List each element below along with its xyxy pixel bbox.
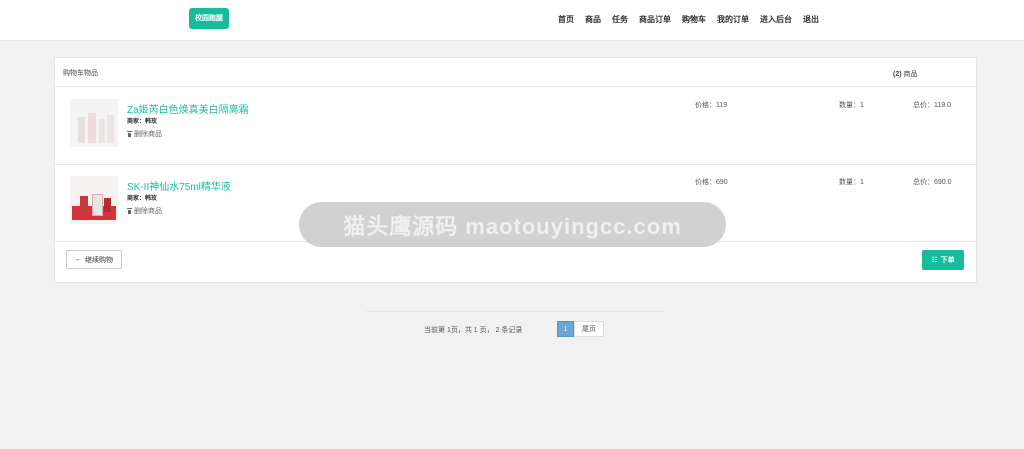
item-quantity: 数量：1 bbox=[839, 102, 864, 109]
nav-item-cart[interactable]: 购物车 bbox=[682, 14, 706, 26]
cart-count-suffix: 商品 bbox=[901, 71, 918, 78]
nav-item-admin[interactable]: 进入后台 bbox=[760, 14, 792, 26]
delete-item-button[interactable]: 删除商品 bbox=[127, 206, 162, 216]
pagination-divider bbox=[366, 311, 664, 312]
delete-item-label: 删除商品 bbox=[134, 208, 162, 215]
item-price: 价格：119 bbox=[695, 102, 728, 109]
continue-shopping-button[interactable]: ← 继续购物 bbox=[66, 250, 122, 269]
item-quantity: 数量：1 bbox=[839, 179, 864, 186]
trash-icon bbox=[127, 208, 132, 214]
nav-item-tasks[interactable]: 任务 bbox=[612, 14, 628, 26]
pagination-info: 当前第 1页，共 1 页， 2 条记录 bbox=[424, 327, 523, 334]
arrow-left-icon: ← bbox=[75, 256, 82, 263]
product-name-link[interactable]: SK-II神仙水75ml精华液 bbox=[127, 178, 231, 193]
cart-icon: ☷ bbox=[931, 257, 938, 264]
cart-panel-header: 购物车物品 (2) 商品 bbox=[55, 58, 976, 87]
seller-name: 韩玫 bbox=[145, 196, 158, 202]
watermark-overlay: 猫头鹰源码 maotouyingcc.com bbox=[299, 202, 726, 247]
delete-item-button[interactable]: 删除商品 bbox=[127, 129, 162, 139]
top-navbar: 校园跑腿 首页 商品 任务 商品订单 购物车 我的订单 进入后台 退出 bbox=[0, 0, 1024, 41]
cart-item-count: (2) 商品 bbox=[893, 69, 918, 79]
place-order-label: 下单 bbox=[940, 257, 955, 264]
product-name-link[interactable]: Za姬芮白色焕真美白隔离霜 bbox=[127, 101, 249, 116]
nav-item-my-orders[interactable]: 我的订单 bbox=[717, 14, 749, 26]
product-seller: 商家：韩玫 bbox=[127, 116, 157, 125]
place-order-button[interactable]: ☷ 下单 bbox=[922, 250, 964, 270]
brand-logo[interactable]: 校园跑腿 bbox=[189, 8, 229, 29]
product-seller: 商家：韩玫 bbox=[127, 193, 157, 202]
nav-menu: 首页 商品 任务 商品订单 购物车 我的订单 进入后台 退出 bbox=[558, 14, 819, 26]
item-price: 价格：690 bbox=[695, 179, 728, 186]
seller-name: 韩玫 bbox=[145, 119, 158, 125]
product-thumbnail[interactable] bbox=[70, 99, 118, 147]
seller-label: 商家： bbox=[127, 196, 146, 202]
nav-item-products[interactable]: 商品 bbox=[585, 14, 601, 26]
nav-item-home[interactable]: 首页 bbox=[558, 14, 574, 26]
product-thumbnail[interactable] bbox=[70, 176, 118, 224]
item-total: 总价：690.0 bbox=[913, 179, 952, 186]
delete-item-label: 删除商品 bbox=[134, 131, 162, 138]
page-button-last[interactable]: 尾页 bbox=[574, 321, 604, 337]
cart-count-number: (2) bbox=[893, 71, 902, 78]
cart-panel-title: 购物车物品 bbox=[63, 70, 98, 77]
item-total: 总价：119.0 bbox=[913, 102, 951, 109]
page-button-current[interactable]: 1 bbox=[557, 321, 574, 337]
trash-icon bbox=[127, 131, 132, 137]
cart-panel: 购物车物品 (2) 商品 Za姬芮白色焕真美白隔离霜 商家：韩玫 删除商品 价格… bbox=[54, 57, 977, 283]
seller-label: 商家： bbox=[127, 119, 146, 125]
nav-item-product-orders[interactable]: 商品订单 bbox=[639, 14, 671, 26]
continue-shopping-label: 继续购物 bbox=[85, 256, 113, 264]
cart-item: Za姬芮白色焕真美白隔离霜 商家：韩玫 删除商品 价格：119 数量：1 总价：… bbox=[55, 87, 976, 165]
nav-item-logout[interactable]: 退出 bbox=[803, 14, 819, 26]
